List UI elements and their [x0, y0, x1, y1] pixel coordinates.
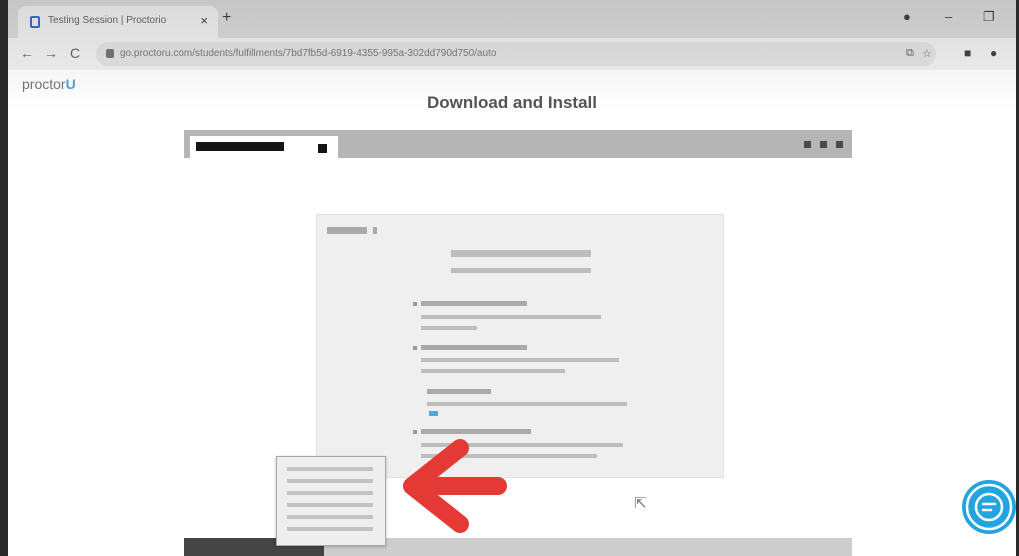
bookmark-star-icon[interactable]: ☆	[922, 47, 932, 60]
mock-step-line	[421, 315, 601, 319]
mock-tab	[190, 136, 338, 158]
logo-badge: U	[65, 76, 76, 92]
chat-button[interactable]	[962, 480, 1016, 534]
mock-tab-close-icon	[318, 144, 327, 153]
logo-text: proctor	[22, 76, 66, 92]
forward-button[interactable]: →	[44, 45, 58, 61]
page-title: Download and Install	[426, 93, 597, 112]
tab-strip: Testing Session | Proctorio × + ● – ❐	[8, 0, 1016, 38]
mock-tab-label	[196, 142, 284, 151]
profile-dot-icon[interactable]: ●	[903, 9, 911, 24]
document-line	[287, 467, 373, 471]
document-line	[287, 491, 373, 495]
browser-toolbar: ← → C go.proctoru.com/students/fulfillme…	[8, 38, 1016, 70]
document-line	[287, 479, 373, 483]
mock-step-heading	[421, 345, 527, 350]
share-icon[interactable]: ⧉	[906, 47, 914, 60]
proctoru-logo[interactable]: proctorU	[22, 76, 76, 92]
mock-substep-line	[427, 402, 627, 406]
mock-step-heading	[421, 429, 531, 434]
address-bar[interactable]: go.proctoru.com/students/fulfillments/7b…	[96, 42, 936, 66]
minimize-button[interactable]: –	[945, 9, 952, 24]
mock-step-line	[421, 369, 565, 373]
page-content: proctorU Download and Install ⇱	[8, 70, 1016, 556]
mock-card-label	[327, 227, 367, 234]
document-icon	[276, 456, 386, 546]
mock-download-card	[316, 214, 724, 478]
mock-link-mark	[429, 411, 438, 416]
document-line	[287, 515, 373, 519]
maximize-button[interactable]: ❐	[983, 9, 995, 25]
browser-window: Testing Session | Proctorio × + ● – ❐ ← …	[8, 0, 1016, 556]
mock-window-dot	[820, 141, 827, 148]
pointer-cursor-icon: ⇱	[634, 495, 647, 512]
chat-bubble-icon	[965, 483, 1013, 531]
document-line	[287, 527, 373, 531]
mock-substep-heading	[427, 389, 491, 394]
mock-bullet	[413, 302, 417, 306]
reload-button[interactable]: C	[70, 45, 80, 61]
mock-card-mark	[373, 227, 377, 234]
back-button[interactable]: ←	[20, 45, 34, 61]
account-icon[interactable]: ●	[990, 46, 997, 60]
mock-window-dot	[836, 141, 843, 148]
lock-icon	[106, 49, 114, 58]
address-url[interactable]: go.proctoru.com/students/fulfillments/7b…	[120, 48, 496, 59]
tab-title: Testing Session | Proctorio	[48, 15, 167, 26]
mock-browser-bar	[184, 130, 852, 158]
tab-favicon-icon	[30, 16, 40, 28]
browser-tab[interactable]: Testing Session | Proctorio ×	[18, 6, 218, 38]
mock-card-subtitle	[451, 268, 591, 273]
mock-bullet	[413, 346, 417, 350]
mock-step-heading	[421, 301, 527, 306]
extensions-icon[interactable]: ■	[964, 46, 971, 60]
red-arrow-icon	[403, 439, 507, 533]
mock-step-line	[421, 326, 477, 330]
mock-card-title	[451, 250, 591, 257]
new-tab-button[interactable]: +	[222, 9, 231, 27]
close-tab-icon[interactable]: ×	[200, 13, 208, 28]
document-line	[287, 503, 373, 507]
mock-step-line	[421, 358, 619, 362]
mock-bullet	[413, 430, 417, 434]
mock-window-dot	[804, 141, 811, 148]
